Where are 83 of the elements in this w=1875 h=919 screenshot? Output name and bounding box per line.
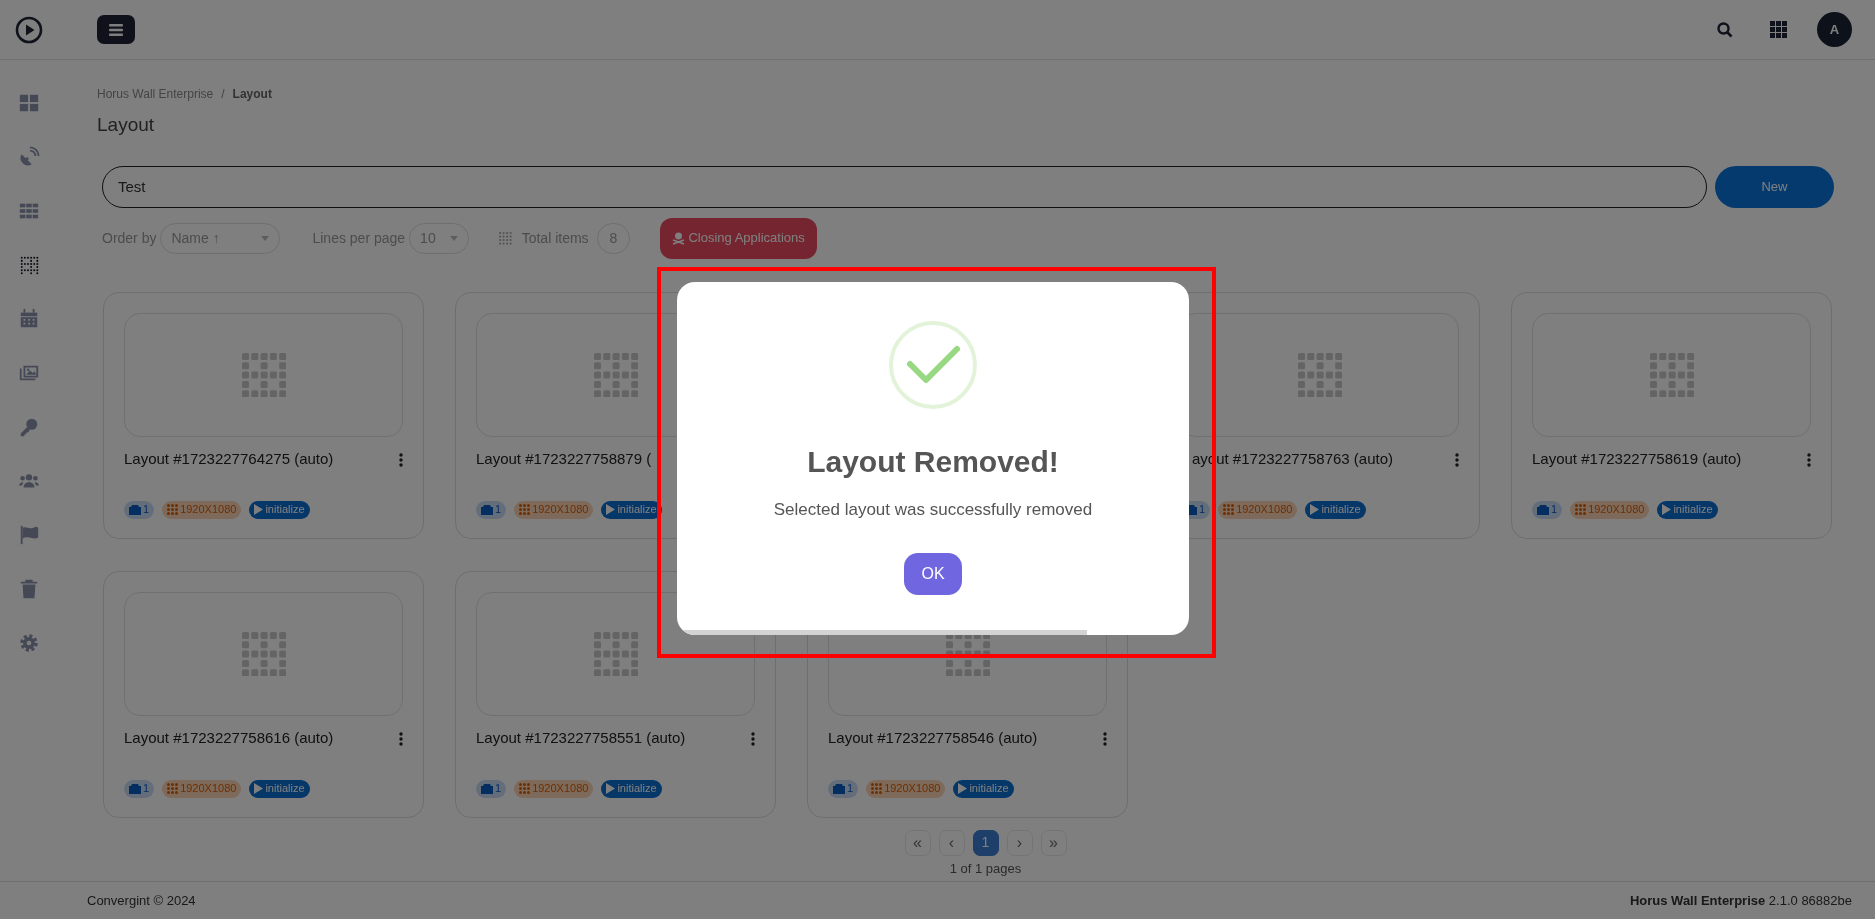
folder-icon <box>833 783 845 794</box>
success-check-icon <box>888 320 978 410</box>
initialize-button[interactable]: initialize <box>1657 500 1718 519</box>
resolution-badge: 1920X1080 <box>162 500 242 519</box>
play-icon <box>606 783 616 794</box>
screens-badge: 1 <box>124 779 155 798</box>
initialize-button[interactable]: initialize <box>249 500 310 519</box>
grid-icon <box>167 504 179 515</box>
breadcrumb-separator: / <box>221 86 225 103</box>
play-icon <box>606 504 616 515</box>
kebab-menu-icon[interactable] <box>1807 452 1811 467</box>
version-text: Horus Wall Enterprise 2.1.0 86882be <box>1629 891 1852 910</box>
kebab-menu-icon[interactable] <box>1103 731 1107 746</box>
ok-button[interactable]: OK <box>904 552 962 595</box>
grid-icon <box>1575 504 1587 515</box>
resolution-badge: 1920X1080 <box>866 779 946 798</box>
play-circle-logo-icon <box>15 15 43 44</box>
breadcrumb-current: Layout <box>232 86 272 103</box>
layout-title: Layout #1723227758879 ( <box>476 449 652 470</box>
page-button[interactable]: 1 <box>972 829 999 856</box>
play-icon <box>1662 504 1672 515</box>
skull-crossbones-icon <box>672 231 686 245</box>
play-icon <box>958 783 968 794</box>
kebab-menu-icon[interactable] <box>1455 452 1459 467</box>
resolution-badge: 1920X1080 <box>514 779 594 798</box>
grid-icon <box>519 504 531 515</box>
folder-icon <box>129 783 141 794</box>
resolution-badge: 1920X1080 <box>514 500 594 519</box>
initialize-button[interactable]: initialize <box>1305 500 1366 519</box>
grid-icon <box>167 783 179 794</box>
dot-grid-icon <box>593 631 638 676</box>
folder-icon <box>481 504 493 515</box>
kebab-menu-icon[interactable] <box>399 731 403 746</box>
dot-grid-icon[interactable] <box>18 254 40 276</box>
menu-icon[interactable] <box>109 23 123 36</box>
search-field[interactable]: Test <box>102 165 1707 208</box>
dot-grid-icon <box>1649 352 1694 397</box>
layout-title: Layout #1723227758551 (auto) <box>476 728 686 749</box>
screens-badge: 1 <box>828 779 859 798</box>
screens-badge: 1 <box>476 779 507 798</box>
new-button[interactable]: New <box>1715 165 1834 208</box>
layout-title: Layout #1723227764275 (auto) <box>124 449 334 470</box>
resolution-badge: 1920X1080 <box>1570 500 1650 519</box>
dot-grid-icon <box>593 352 638 397</box>
dialog-title: Layout Removed! <box>807 444 1059 480</box>
initialize-button[interactable]: initialize <box>953 779 1014 798</box>
apps-grid-icon[interactable] <box>1770 21 1787 38</box>
breadcrumb-link[interactable]: Horus Wall Enterprise <box>97 85 214 103</box>
caret-icon <box>449 235 458 241</box>
caret-icon <box>261 235 270 241</box>
kebab-menu-icon[interactable] <box>751 731 755 746</box>
dot-grid-icon <box>241 631 286 676</box>
page-title: Layout <box>97 113 156 137</box>
screens-badge: 1 <box>124 500 155 519</box>
screens-badge: 1 <box>1532 500 1563 519</box>
layout-title: Layout #1723227758546 (auto) <box>828 728 1038 749</box>
dot-grid-icon <box>241 352 286 397</box>
dialog-message: Selected layout was successfully removed <box>773 499 1093 521</box>
initialize-button[interactable]: initialize <box>601 779 662 798</box>
folder-icon <box>129 504 141 515</box>
play-icon <box>254 504 264 515</box>
closing-applications-button[interactable]: Closing Applications <box>660 217 817 259</box>
menu-button[interactable] <box>97 15 135 44</box>
layout-title: Layout #1723227758619 (auto) <box>1532 449 1742 470</box>
grid-icon <box>871 783 883 794</box>
dot-grid-icon <box>1297 352 1342 397</box>
kebab-menu-icon[interactable] <box>399 452 403 467</box>
layout-title: Layout #1723227758616 (auto) <box>124 728 334 749</box>
grid-icon <box>519 783 531 794</box>
dot-grid-icon <box>498 231 512 245</box>
grid-icon <box>1223 504 1235 515</box>
initialize-button[interactable]: initialize <box>249 779 310 798</box>
folder-icon <box>1537 504 1549 515</box>
screens-badge: 1 <box>476 500 507 519</box>
play-icon <box>1310 504 1320 515</box>
resolution-badge: 1920X1080 <box>162 779 242 798</box>
folder-icon <box>481 783 493 794</box>
resolution-badge: 1920X1080 <box>1218 500 1298 519</box>
page-summary: 1 of 1 pages <box>948 859 1023 878</box>
play-icon <box>254 783 264 794</box>
footer-link[interactable]: Convergint © 2024 <box>87 890 196 911</box>
search-icon[interactable] <box>1717 21 1733 38</box>
user-avatar[interactable]: A <box>1817 12 1852 47</box>
